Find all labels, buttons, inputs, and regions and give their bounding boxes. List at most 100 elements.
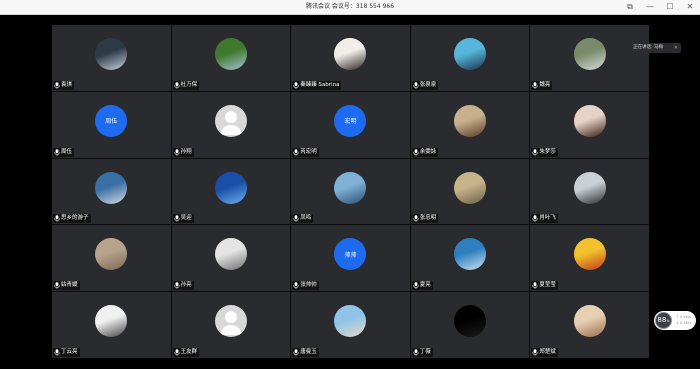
participant-tile[interactable]: 丁云亮	[52, 292, 171, 358]
network-quality-gauge: 88%	[655, 312, 672, 329]
microphone-icon[interactable]	[413, 349, 419, 356]
microphone-icon[interactable]	[173, 215, 180, 223]
participant-tile[interactable]: 吴迎	[171, 158, 291, 225]
speaking-label: 正在讲话: 马梅	[633, 45, 663, 50]
participant-tile[interactable]: 帅帅 张帅帅	[291, 225, 410, 292]
participant-name: 王友群	[180, 349, 198, 355]
microphone-icon[interactable]	[293, 215, 299, 223]
participant-avatar	[334, 305, 367, 338]
participant-tile[interactable]: 姑青媛	[52, 225, 171, 292]
participant-tile[interactable]: 余雯詠	[410, 91, 530, 158]
microphone-icon[interactable]	[173, 82, 180, 89]
microphone-icon[interactable]	[413, 148, 419, 156]
participant-tile[interactable]: 杜万保	[171, 25, 291, 91]
participant-name: 杜万保	[180, 81, 198, 88]
participant-tile[interactable]: 朱梦莎	[530, 91, 649, 158]
participant-nameplate: 孙翔	[172, 147, 194, 157]
microphone-icon[interactable]	[413, 82, 419, 89]
participant-avatar	[95, 305, 128, 338]
participant-avatar	[573, 37, 606, 70]
participant-tile[interactable]: 张泉泉	[410, 25, 530, 91]
participant-tile[interactable]: 秦臻臻 Sabrina	[291, 25, 410, 91]
participant-tile[interactable]: 孙翔	[171, 91, 291, 158]
participant-tile[interactable]: 宏明 芮宏明	[291, 91, 410, 158]
microphone-icon[interactable]	[173, 349, 180, 356]
microphone-icon[interactable]	[532, 215, 538, 223]
participant-nameplate: 孙亮	[172, 281, 194, 291]
participant-name: 张忠明	[419, 215, 437, 222]
default-user-icon	[219, 311, 242, 336]
microphone-icon[interactable]	[293, 148, 299, 156]
microphone-icon[interactable]	[413, 215, 419, 223]
microphone-icon[interactable]	[173, 282, 180, 289]
maximize-button[interactable]: ☐	[664, 1, 676, 12]
participant-tile[interactable]: 思乡的游子	[52, 158, 171, 225]
participant-tile[interactable]: 孙亮	[171, 225, 291, 292]
avatar-initials: 周伍	[105, 118, 118, 126]
participant-nameplate: 郑楚斌	[531, 348, 558, 357]
participant-avatar	[454, 171, 487, 204]
avatar-initials: 宏明	[344, 118, 357, 126]
speaking-close-button[interactable]: ✕	[674, 43, 678, 53]
participant-tile[interactable]: 袁琪	[52, 25, 171, 91]
participant-avatar	[214, 238, 247, 271]
microphone-icon[interactable]	[532, 282, 538, 289]
participant-tile[interactable]: 夏亮	[410, 225, 530, 292]
participant-tile[interactable]: 王友群	[171, 292, 291, 358]
microphone-icon[interactable]	[413, 282, 419, 289]
microphone-icon[interactable]	[54, 349, 60, 356]
microphone-icon[interactable]	[54, 148, 60, 156]
participant-avatar: 宏明	[334, 104, 367, 137]
participant-name: 姑青媛	[61, 282, 78, 289]
participant-name: 张帅帅	[300, 282, 317, 289]
participant-name: 袁琪	[61, 81, 73, 88]
participant-tile[interactable]: 肖叶飞	[530, 158, 649, 225]
participant-name: 魏亮	[539, 81, 551, 88]
participant-name: 肖叶飞	[539, 215, 556, 222]
minimize-button[interactable]: —	[644, 1, 656, 12]
participant-nameplate: 余雯詠	[411, 147, 439, 157]
network-monitor[interactable]: 88% ↑ 0.4K/s ↓ 0.4K/s	[654, 311, 696, 330]
participant-name: 孙亮	[180, 282, 192, 289]
participant-avatar	[95, 37, 128, 70]
participant-tile[interactable]: 张忠明	[410, 158, 530, 225]
participant-tile[interactable]: 唐曼玉	[291, 292, 410, 358]
microphone-icon[interactable]	[532, 82, 538, 89]
participant-name: 郑楚斌	[539, 349, 556, 355]
participant-name: 唐曼玉	[300, 349, 317, 355]
participant-tile[interactable]: 夏莹莹	[530, 225, 649, 292]
microphone-icon[interactable]	[293, 282, 299, 289]
participant-nameplate: 夏莹莹	[531, 281, 558, 291]
microphone-icon[interactable]	[173, 148, 180, 156]
microphone-icon[interactable]	[54, 215, 60, 223]
close-button[interactable]: ✕	[684, 1, 696, 12]
participant-tile[interactable]: 郑楚斌	[530, 292, 649, 358]
participant-avatar	[334, 37, 367, 70]
participant-name: 张泉泉	[419, 81, 437, 88]
microphone-icon[interactable]	[293, 82, 299, 89]
participant-name: 朱梦莎	[539, 148, 556, 155]
participant-tile[interactable]: 魏亮	[530, 25, 649, 91]
participant-tile[interactable]: 周伍 周伍	[52, 91, 171, 158]
download-rate: ↓ 0.4K/s	[676, 321, 691, 325]
network-quality-value: 88	[657, 316, 667, 324]
participant-nameplate: 夏亮	[411, 281, 433, 291]
participant-nameplate: 杜万保	[172, 80, 200, 90]
network-quality-unit: %	[666, 319, 670, 323]
participant-avatar	[214, 104, 247, 137]
microphone-icon[interactable]	[54, 282, 60, 289]
restore-button[interactable]: ⧉	[624, 1, 636, 12]
participant-tile[interactable]: 丁薇	[410, 292, 530, 358]
participant-nameplate: 凤鸣	[292, 214, 314, 224]
participant-name: 周伍	[61, 148, 73, 155]
microphone-icon[interactable]	[54, 82, 60, 89]
microphone-icon[interactable]	[532, 349, 538, 356]
microphone-icon[interactable]	[293, 349, 299, 356]
participant-name: 夏莹莹	[539, 282, 556, 289]
participant-avatar	[454, 37, 487, 70]
participant-name: 夏亮	[419, 282, 431, 289]
participant-tile[interactable]: 凤鸣	[291, 158, 410, 225]
participant-avatar	[95, 171, 128, 204]
microphone-icon[interactable]	[532, 148, 538, 156]
window-controls: ⧉ — ☐ ✕	[624, 1, 696, 12]
